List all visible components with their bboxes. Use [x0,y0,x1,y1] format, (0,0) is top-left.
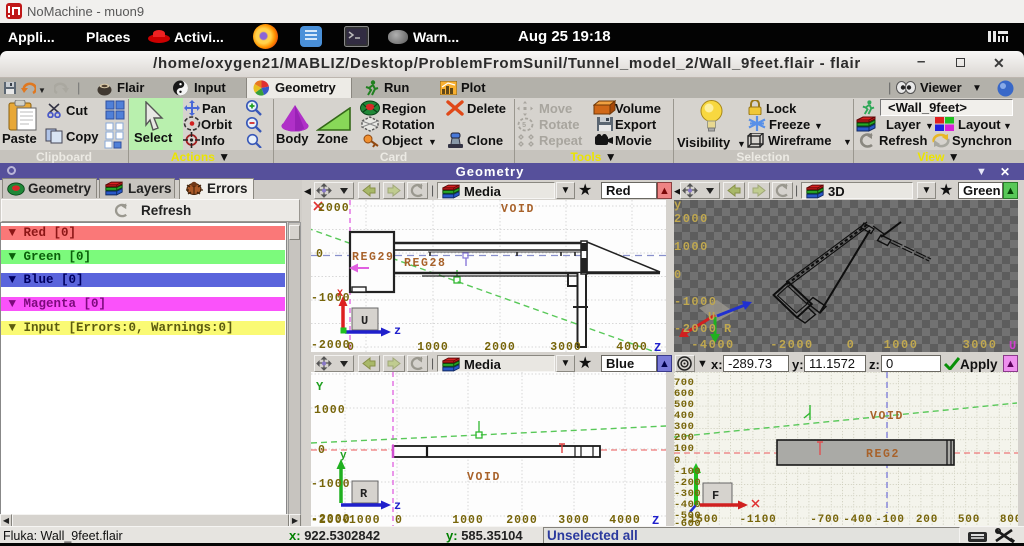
svg-text:X: X [337,289,343,300]
svg-text:-400: -400 [843,514,873,526]
svg-text:3000: 3000 [963,338,998,352]
svg-text:-1000: -1000 [311,478,351,491]
svg-text:2000: 2000 [318,202,350,215]
svg-text:4000: 4000 [616,341,648,352]
svg-text:800: 800 [1000,514,1018,526]
svg-text:1000: 1000 [884,338,919,352]
svg-text:0: 0 [318,444,326,457]
svg-text:-4000: -4000 [691,338,735,352]
svg-text:5: 5 [522,122,526,130]
svg-text:-1000: -1000 [311,292,351,305]
svg-text:-700: -700 [810,514,840,526]
svg-text:200: 200 [916,514,938,526]
svg-text:100: 100 [674,443,694,455]
svg-text:0: 0 [847,338,856,352]
svg-text:VOID: VOID [467,471,501,484]
svg-text:U: U [708,310,717,324]
svg-text:U: U [1009,339,1016,352]
svg-text:1000: 1000 [314,404,346,417]
svg-text:z: z [394,499,401,513]
svg-text:1000: 1000 [417,341,449,352]
svg-text:4000: 4000 [609,514,641,526]
svg-text:y: y [674,200,683,212]
svg-text:VOID: VOID [870,410,904,423]
svg-text:-2000: -2000 [674,322,718,336]
svg-text:Z: Z [654,341,661,352]
svg-text:z: z [394,324,401,338]
svg-text:REG2: REG2 [866,448,900,461]
svg-text:-1000: -1000 [674,295,718,309]
svg-text:3000: 3000 [550,341,582,352]
svg-text:R: R [360,487,368,501]
svg-text:3000: 3000 [558,514,590,526]
svg-text:F: F [712,489,719,503]
svg-text:Z: Z [652,514,659,526]
svg-text:2000: 2000 [674,212,709,226]
svg-text:-1500: -1500 [681,514,718,526]
svg-text:REG28: REG28 [404,257,447,270]
svg-text:U: U [361,314,368,328]
svg-text:0: 0 [395,514,403,526]
svg-text:1000: 1000 [452,514,484,526]
svg-text:1000: 1000 [674,240,709,254]
svg-text:R: R [724,322,733,336]
svg-text:REG29: REG29 [352,251,395,264]
svg-text:0: 0 [347,341,355,352]
svg-text:-1100: -1100 [739,514,776,526]
svg-text:-2000: -2000 [770,338,814,352]
svg-text:VOID: VOID [501,203,535,216]
svg-text:0: 0 [316,248,324,261]
svg-text:2000: 2000 [506,514,538,526]
svg-text:Y: Y [316,380,324,394]
svg-text:500: 500 [958,514,980,526]
svg-text:y: y [340,450,347,462]
svg-text:2000: 2000 [484,341,516,352]
svg-text:-100: -100 [875,514,905,526]
svg-text:-2000: -2000 [311,514,351,526]
svg-text:-2000: -2000 [311,339,351,352]
svg-text:0: 0 [674,268,683,282]
